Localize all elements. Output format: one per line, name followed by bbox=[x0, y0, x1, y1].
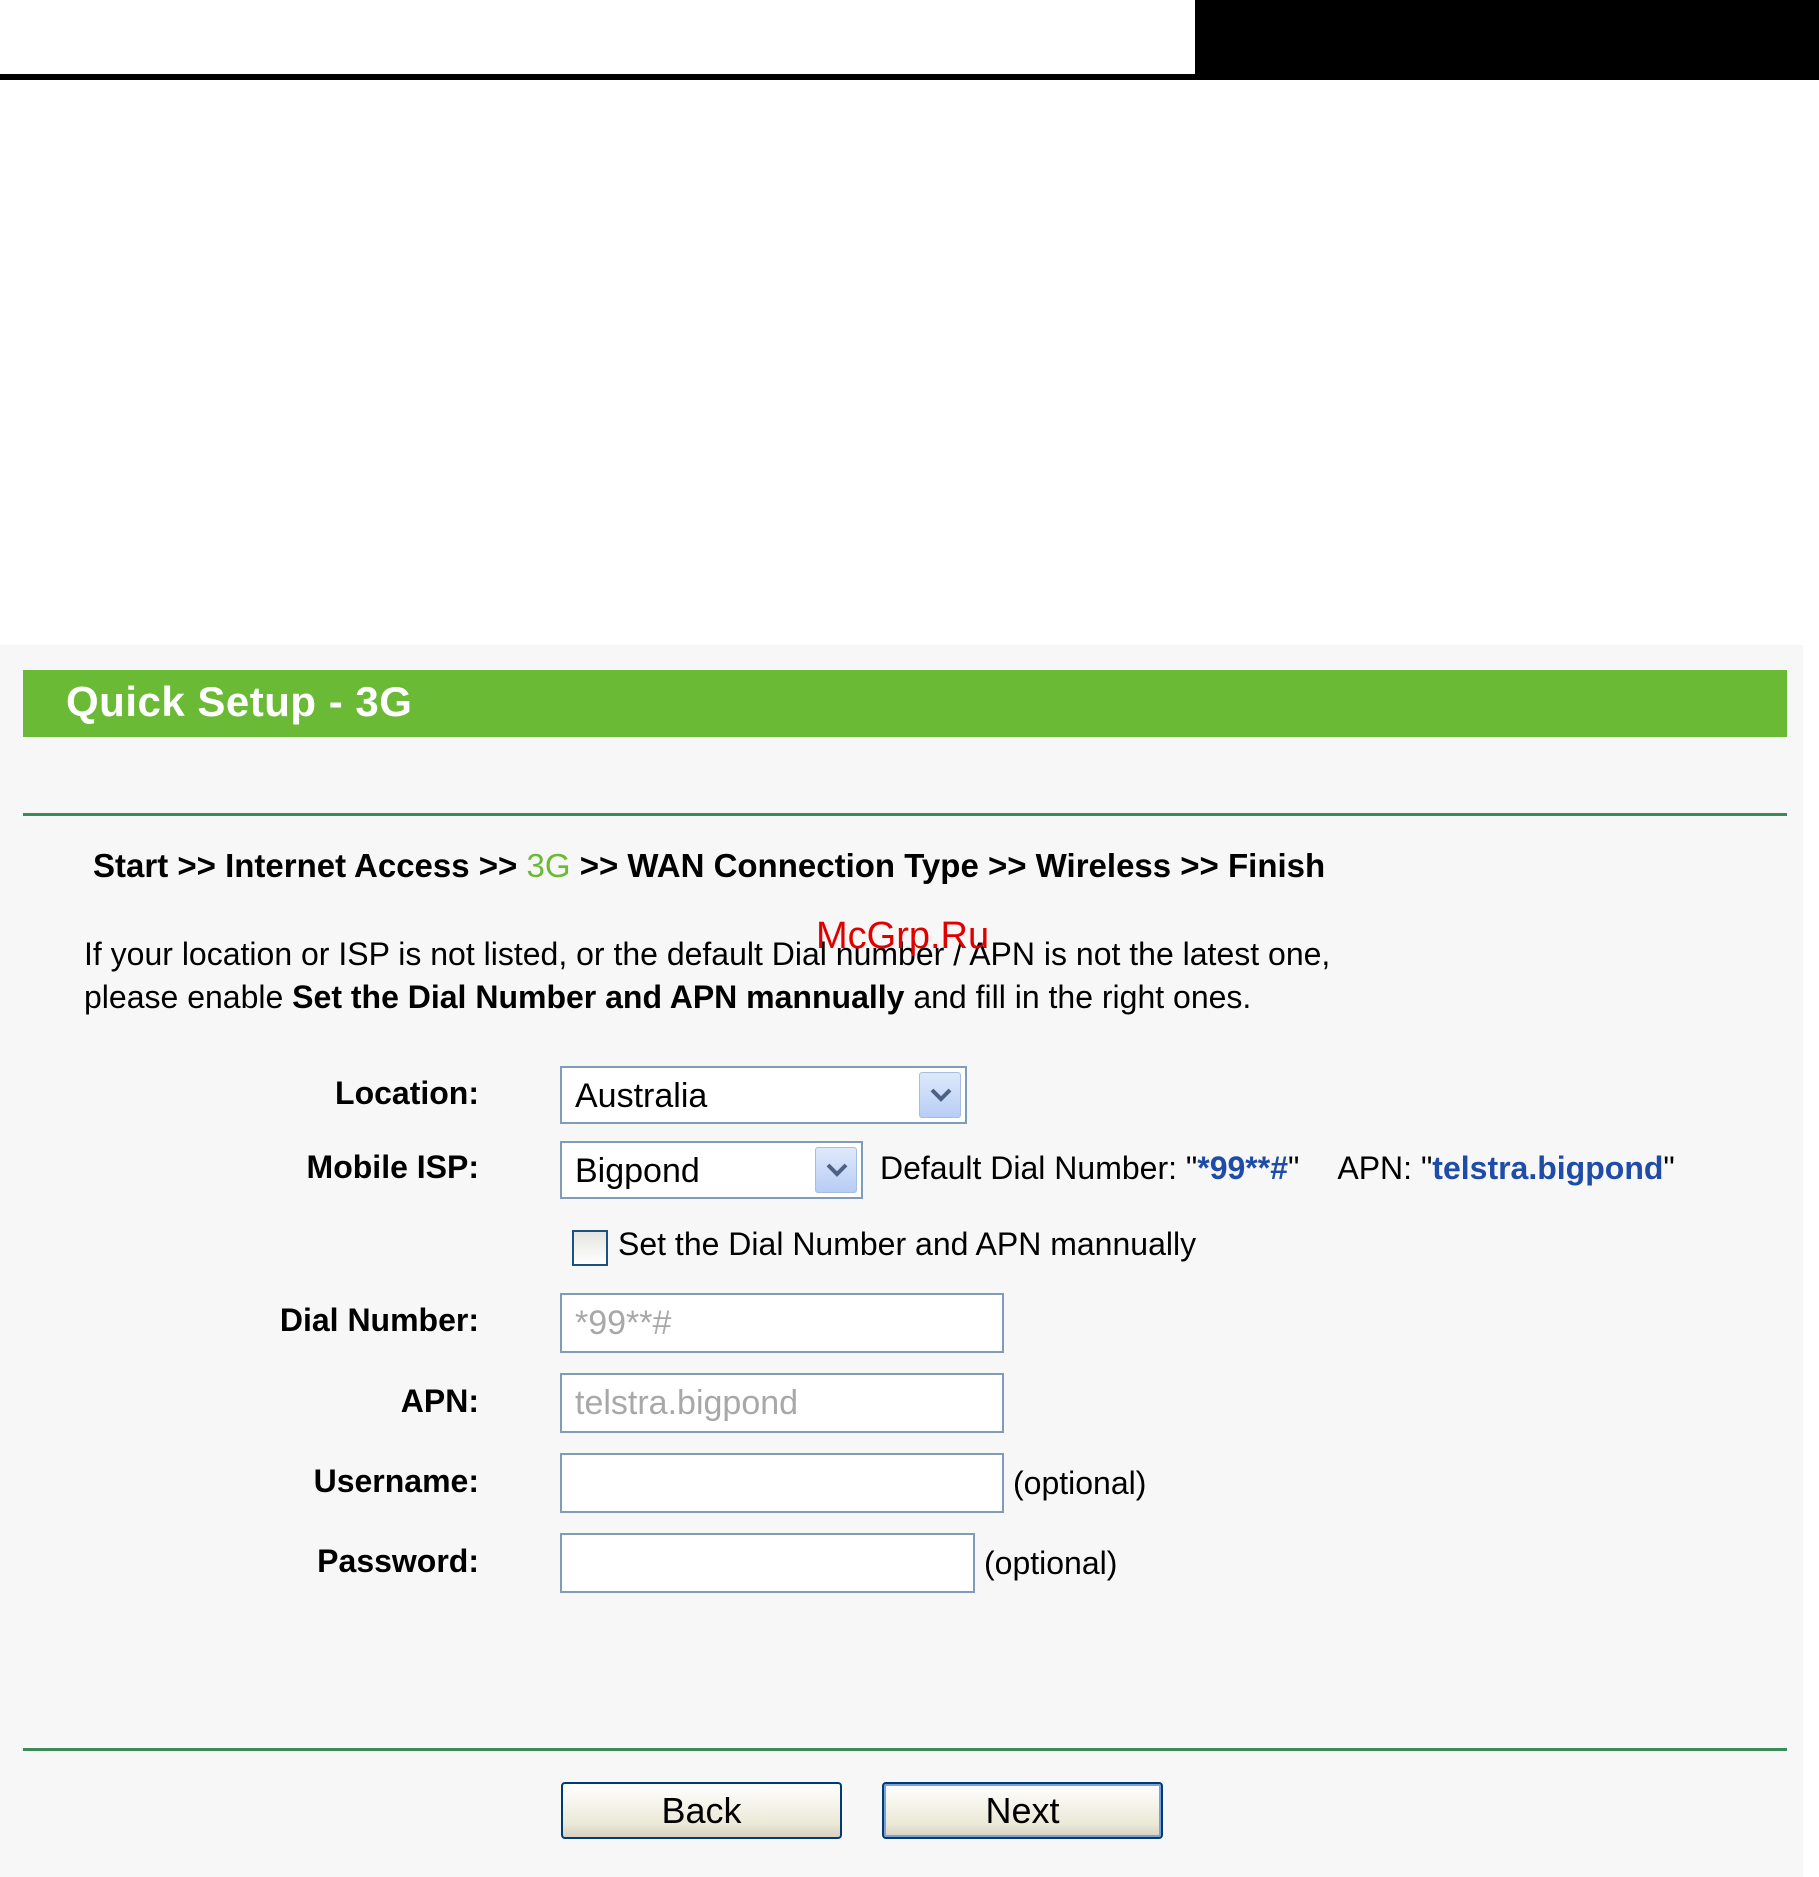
mobile-isp-select[interactable]: Bigpond bbox=[560, 1141, 863, 1199]
location-select[interactable]: Australia bbox=[560, 1066, 967, 1124]
default-apn-prefix: APN: " bbox=[1337, 1150, 1433, 1186]
dial-number-input[interactable] bbox=[560, 1293, 1004, 1353]
help-line-2-pre: please enable bbox=[84, 979, 293, 1015]
help-text: If your location or ISP is not listed, o… bbox=[84, 933, 1330, 1019]
password-label: Password: bbox=[317, 1543, 479, 1579]
apn-input[interactable] bbox=[560, 1373, 1004, 1433]
default-dial-info: Default Dial Number: "*99**#" APN: "telst… bbox=[880, 1150, 1675, 1187]
help-line-1: If your location or ISP is not listed, o… bbox=[84, 936, 1331, 972]
default-apn-value: telstra.bigpond bbox=[1432, 1150, 1664, 1186]
watermark-text: McGrp.Ru bbox=[816, 915, 990, 957]
chevron-down-icon[interactable] bbox=[919, 1072, 961, 1118]
password-optional-note: (optional) bbox=[984, 1545, 1118, 1581]
default-dial-suffix: " bbox=[1288, 1150, 1300, 1186]
manual-dial-apn-checkbox[interactable] bbox=[572, 1230, 608, 1266]
location-select-value: Australia bbox=[575, 1077, 708, 1115]
chevron-down-icon[interactable] bbox=[815, 1147, 857, 1193]
next-button[interactable]: Next bbox=[882, 1782, 1163, 1839]
help-line-2-post: and fill in the right ones. bbox=[904, 979, 1252, 1015]
divider-top bbox=[23, 813, 1787, 816]
breadcrumb-prefix: Start >> Internet Access >> bbox=[93, 847, 527, 884]
page-header-block bbox=[1195, 0, 1819, 80]
username-label: Username: bbox=[313, 1463, 479, 1499]
divider-bottom bbox=[23, 1748, 1787, 1751]
mobile-isp-select-value: Bigpond bbox=[575, 1152, 700, 1190]
default-dial-value: *99**# bbox=[1197, 1150, 1288, 1186]
back-button[interactable]: Back bbox=[561, 1782, 842, 1839]
default-dial-prefix: Default Dial Number: " bbox=[880, 1150, 1198, 1186]
breadcrumb: Start >> Internet Access >> 3G >> WAN Co… bbox=[93, 847, 1325, 885]
default-apn-suffix: " bbox=[1663, 1150, 1675, 1186]
dial-number-label: Dial Number: bbox=[279, 1302, 479, 1338]
location-label: Location: bbox=[335, 1075, 479, 1111]
password-input[interactable] bbox=[560, 1533, 975, 1593]
help-line-2: please enable Set the Dial Number and AP… bbox=[84, 976, 1330, 1019]
username-input[interactable] bbox=[560, 1453, 1004, 1513]
title-banner: Quick Setup - 3G bbox=[23, 670, 1787, 737]
breadcrumb-suffix: >> WAN Connection Type >> Wireless >> Fi… bbox=[570, 847, 1326, 884]
page-title: Quick Setup - 3G bbox=[66, 678, 413, 725]
username-optional-note: (optional) bbox=[1013, 1465, 1147, 1501]
mobile-isp-label: Mobile ISP: bbox=[306, 1149, 479, 1185]
apn-label: APN: bbox=[400, 1383, 479, 1419]
manual-dial-apn-checkbox-label[interactable]: Set the Dial Number and APN mannually bbox=[618, 1226, 1196, 1263]
breadcrumb-current: 3G bbox=[526, 847, 571, 884]
help-line-2-bold: Set the Dial Number and APN mannually bbox=[292, 979, 905, 1015]
